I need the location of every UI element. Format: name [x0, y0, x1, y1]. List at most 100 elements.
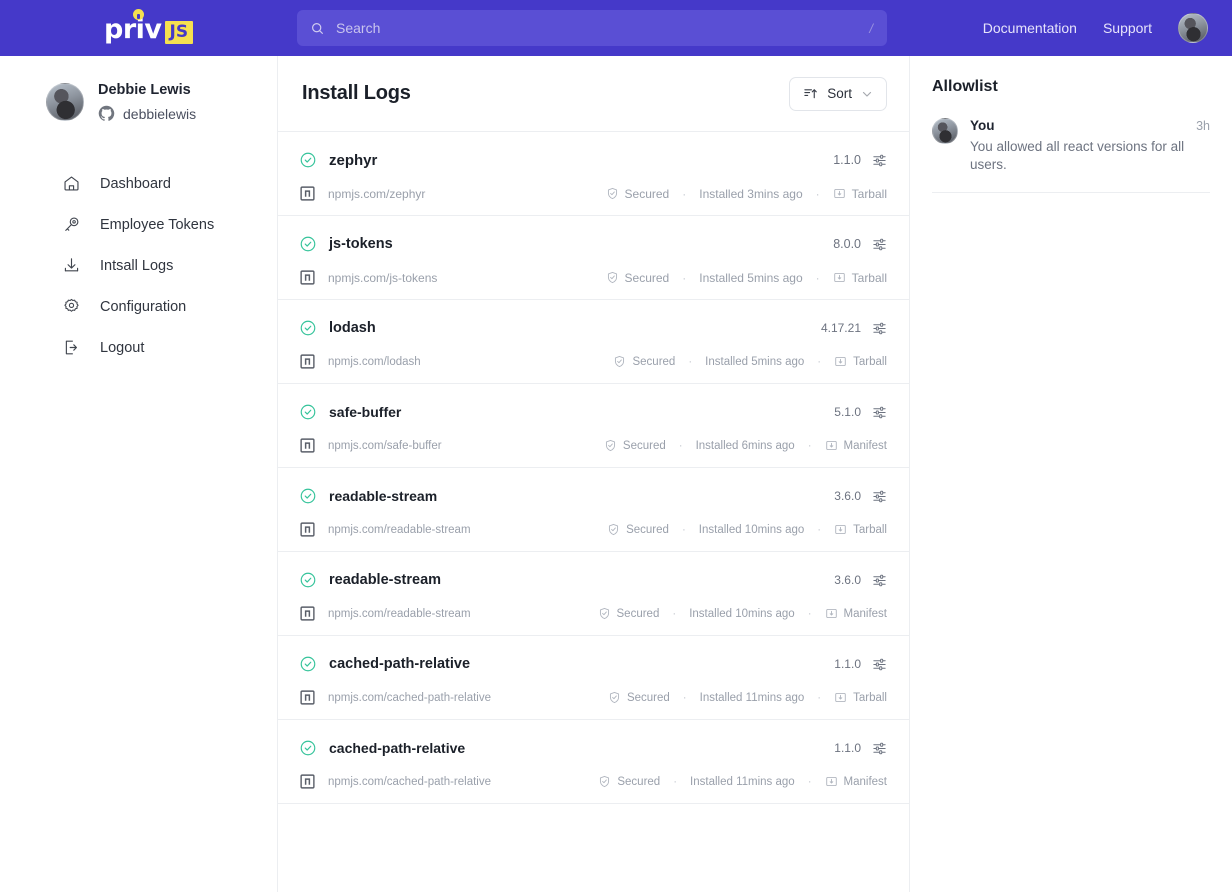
sidebar-item-install-logs[interactable]: Intsall Logs	[62, 246, 277, 285]
sidebar-profile[interactable]: Debbie Lewis debbielewis	[0, 56, 277, 122]
app-logo[interactable]: priv JS	[104, 14, 193, 44]
install-log-row[interactable]: cached-path-relative1.1.0npmjs.com/cache…	[278, 720, 909, 804]
logo-js-badge: JS	[165, 21, 194, 44]
install-log-row[interactable]: zephyr1.1.0npmjs.com/zephyrSecured·Insta…	[278, 132, 909, 216]
logo-wordmark: priv	[104, 16, 162, 44]
install-log-row[interactable]: readable-stream3.6.0npmjs.com/readable-s…	[278, 468, 909, 552]
activity-item: You 3h You allowed all react versions fo…	[932, 118, 1210, 193]
shield-check-icon	[604, 439, 617, 452]
package-url[interactable]: npmjs.com/cached-path-relative	[328, 776, 598, 788]
gear-icon	[62, 297, 81, 316]
artifact-download-icon	[833, 271, 846, 284]
security-status: Secured	[613, 355, 675, 368]
npm-icon	[300, 186, 315, 201]
install-log-row[interactable]: lodash4.17.21npmjs.com/lodashSecured·Ins…	[278, 300, 909, 384]
download-icon	[62, 256, 81, 275]
npm-icon	[300, 774, 315, 789]
install-log-list: zephyr1.1.0npmjs.com/zephyrSecured·Insta…	[278, 131, 909, 804]
top-navigation: Documentation Support	[983, 0, 1208, 56]
sliders-icon[interactable]	[872, 321, 887, 336]
nav-link-support[interactable]: Support	[1103, 20, 1152, 36]
package-url[interactable]: npmjs.com/lodash	[328, 356, 613, 368]
top-bar: priv JS Search / Documentation Support	[0, 0, 1232, 56]
artifact-type-label: Tarball	[853, 692, 887, 704]
package-url[interactable]: npmjs.com/readable-stream	[328, 524, 607, 536]
package-version: 1.1.0	[833, 153, 861, 167]
sidebar-item-employee-tokens[interactable]: Employee Tokens	[62, 205, 277, 244]
sort-ascending-icon	[803, 86, 818, 101]
artifact-type-label: Tarball	[853, 524, 887, 536]
artifact-type: Manifest	[825, 775, 887, 788]
shield-check-icon	[598, 607, 611, 620]
status-check-icon	[300, 488, 316, 504]
package-name: readable-stream	[329, 488, 834, 504]
package-version: 1.1.0	[834, 657, 861, 671]
status-check-icon	[300, 404, 316, 420]
npm-icon	[300, 522, 315, 537]
install-log-row[interactable]: js-tokens8.0.0npmjs.com/js-tokensSecured…	[278, 216, 909, 300]
npm-icon	[300, 690, 315, 705]
package-version: 3.6.0	[834, 573, 861, 587]
package-url[interactable]: npmjs.com/safe-buffer	[328, 440, 604, 452]
artifact-download-icon	[825, 607, 838, 620]
home-icon	[62, 174, 81, 193]
user-avatar[interactable]	[1178, 13, 1208, 43]
sidebar-item-label: Dashboard	[100, 176, 171, 192]
install-log-row[interactable]: readable-stream3.6.0npmjs.com/readable-s…	[278, 552, 909, 636]
sliders-icon[interactable]	[872, 237, 887, 252]
status-check-icon	[300, 656, 316, 672]
security-status: Secured	[598, 607, 660, 620]
installed-time: Installed 10mins ago	[699, 524, 804, 536]
sidebar-item-label: Logout	[100, 340, 144, 356]
meta-separator: ·	[808, 776, 812, 788]
profile-name: Debbie Lewis	[98, 82, 196, 98]
package-url[interactable]: npmjs.com/readable-stream	[328, 608, 598, 620]
artifact-type: Manifest	[825, 607, 887, 620]
sidebar-item-label: Employee Tokens	[100, 217, 214, 233]
installed-time: Installed 3mins ago	[699, 187, 802, 201]
sliders-icon[interactable]	[872, 153, 887, 168]
shield-check-icon	[613, 355, 626, 368]
sidebar-item-dashboard[interactable]: Dashboard	[62, 164, 277, 203]
artifact-type-label: Manifest	[844, 608, 887, 620]
activity-text: You allowed all react versions for all u…	[970, 138, 1210, 174]
security-status-label: Secured	[617, 776, 660, 788]
meta-separator: ·	[683, 692, 687, 704]
sort-button[interactable]: Sort	[789, 77, 887, 111]
npm-icon	[300, 606, 315, 621]
allowlist-panel: Allowlist You 3h You allowed all react v…	[910, 56, 1232, 892]
install-log-row[interactable]: safe-buffer5.1.0npmjs.com/safe-bufferSec…	[278, 384, 909, 468]
sliders-icon[interactable]	[872, 657, 887, 672]
nav-link-documentation[interactable]: Documentation	[983, 20, 1077, 36]
sliders-icon[interactable]	[872, 489, 887, 504]
security-status-label: Secured	[625, 187, 670, 201]
meta-separator: ·	[672, 608, 676, 620]
profile-handle: debbielewis	[123, 106, 196, 122]
package-url[interactable]: npmjs.com/cached-path-relative	[328, 692, 608, 704]
package-url[interactable]: npmjs.com/js-tokens	[328, 271, 606, 285]
page-title: Install Logs	[302, 82, 411, 105]
package-url[interactable]: npmjs.com/zephyr	[328, 187, 606, 201]
meta-separator: ·	[808, 608, 812, 620]
npm-icon	[300, 354, 315, 369]
security-status-label: Secured	[617, 608, 660, 620]
main-content: Install Logs Sort zephyr1.1.0npmjs.com/z…	[278, 56, 910, 892]
meta-separator: ·	[673, 776, 677, 788]
sidebar-item-logout[interactable]: Logout	[62, 328, 277, 367]
artifact-type: Tarball	[833, 271, 887, 285]
shield-check-icon	[606, 271, 619, 284]
artifact-download-icon	[834, 523, 847, 536]
search-input[interactable]: Search /	[297, 10, 887, 46]
sliders-icon[interactable]	[872, 573, 887, 588]
activity-timestamp: 3h	[1196, 119, 1210, 133]
package-name: safe-buffer	[329, 404, 834, 420]
install-log-row[interactable]: cached-path-relative1.1.0npmjs.com/cache…	[278, 636, 909, 720]
artifact-type: Tarball	[833, 187, 887, 201]
security-status: Secured	[604, 439, 666, 452]
sidebar-item-configuration[interactable]: Configuration	[62, 287, 277, 326]
sliders-icon[interactable]	[872, 741, 887, 756]
key-icon	[62, 215, 81, 234]
installed-time: Installed 10mins ago	[689, 608, 794, 620]
sliders-icon[interactable]	[872, 405, 887, 420]
meta-separator: ·	[816, 187, 820, 201]
